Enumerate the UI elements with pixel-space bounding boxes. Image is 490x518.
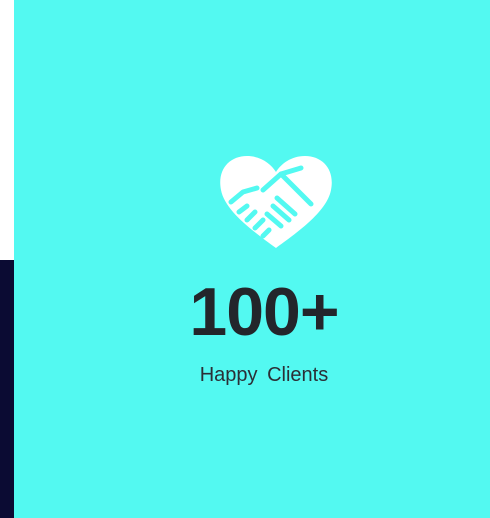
page: 100+ Happy Clients (0, 0, 490, 518)
heart-handshake-icon (217, 154, 335, 250)
left-dark-strip (0, 260, 14, 518)
stat-label: Happy Clients (199, 364, 329, 386)
stat-card: 100+ Happy Clients (14, 0, 490, 518)
stat-number: 100+ (189, 274, 339, 350)
